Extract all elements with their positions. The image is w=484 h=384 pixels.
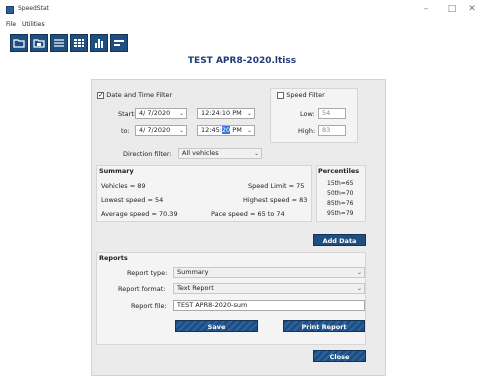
minimize-icon[interactable]: – (417, 3, 435, 15)
report-type-value: Summary (177, 268, 209, 276)
start-time-picker[interactable]: 12:24:10 PM ⌄ (197, 108, 255, 119)
high-speed-input[interactable]: 83 (318, 125, 346, 136)
date-filter-checkbox-row[interactable]: Date and Time Filter (97, 91, 172, 99)
menu-utilities[interactable]: Utilities (22, 21, 45, 28)
chevron-down-icon: ⌄ (356, 269, 362, 276)
to-time-selected-seconds[interactable]: 20 (221, 126, 231, 134)
chevron-down-icon: ⌄ (246, 127, 252, 134)
pace-speed: Pace speed = 65 to 74 (211, 210, 285, 218)
bar-chart-icon[interactable] (90, 34, 108, 52)
window-title-bar (0, 0, 484, 20)
speed-filter-checkbox-row[interactable]: Speed Filter (277, 91, 325, 99)
chevron-down-icon: ⌄ (356, 285, 362, 292)
speed-filter-checkbox[interactable] (277, 91, 284, 99)
chevron-down-icon: ⌄ (178, 127, 184, 134)
highest-speed: Highest speed = 83 (243, 196, 308, 204)
start-date-picker[interactable]: 4/ 7/2020 ⌄ (135, 108, 187, 119)
print-report-button[interactable]: Print Report (283, 320, 365, 332)
start-date-value: 4/ 7/2020 (139, 109, 171, 117)
date-filter-checkbox[interactable] (97, 91, 104, 99)
app-icon (6, 6, 14, 14)
speed-limit: Speed Limit = 75 (248, 182, 305, 190)
low-speed-input[interactable]: 54 (318, 108, 346, 119)
report-file-label: Report file: (131, 302, 167, 310)
chevron-down-icon: ⌄ (246, 110, 252, 117)
percentile-15th: 15th=65 (327, 180, 354, 187)
to-date-picker[interactable]: 4/ 7/2020 ⌄ (135, 125, 187, 136)
percentile-50th: 50th=70 (327, 190, 354, 197)
grid-view-icon[interactable] (70, 34, 88, 52)
vehicles-count: Vehicles = 89 (101, 182, 146, 190)
chevron-down-icon: ⌄ (178, 110, 184, 117)
report-file-input[interactable]: TEST APR8-2020-sum (173, 300, 365, 311)
percentiles-title: Percentiles (318, 167, 360, 175)
report-format-value: Text Report (177, 284, 214, 292)
start-time-value: 12:24:10 PM (201, 109, 242, 117)
report-type-label: Report type: (127, 269, 168, 277)
direction-filter-label: Direction filter: (123, 150, 172, 158)
to-date-value: 4/ 7/2020 (139, 126, 171, 134)
percentile-95th: 95th=79 (327, 210, 354, 217)
close-window-icon[interactable]: ✕ (463, 3, 481, 15)
report-format-select[interactable]: Text Report ⌄ (173, 283, 365, 294)
to-label: to: (121, 127, 130, 135)
speed-filter-label: Speed Filter (286, 91, 325, 99)
save-button[interactable]: Save (175, 320, 258, 332)
menu-file[interactable]: File (6, 21, 16, 28)
high-label: High: (298, 127, 316, 135)
lowest-speed: Lowest speed = 54 (101, 196, 164, 204)
file-title: TEST APR8-2020.ltiss (187, 56, 297, 66)
date-filter-label: Date and Time Filter (106, 91, 173, 99)
chevron-down-icon: ⌄ (253, 150, 259, 157)
maximize-icon[interactable]: □ (443, 3, 461, 15)
summary-title: Summary (99, 167, 134, 175)
average-speed: Average speed = 70.39 (101, 210, 178, 218)
to-time-prefix: 12:45: (201, 126, 222, 134)
open-folder-icon[interactable] (10, 34, 28, 52)
close-button[interactable]: Close (313, 350, 366, 362)
window-title: SpeedStat (18, 5, 49, 12)
summary-icon[interactable] (110, 34, 128, 52)
report-format-label: Report format: (118, 285, 166, 293)
low-label: Low: (300, 110, 315, 118)
to-time-picker[interactable]: 12:45:20 PM ⌄ (197, 125, 255, 136)
add-data-button[interactable]: Add Data (313, 234, 366, 246)
save-folder-icon[interactable] (30, 34, 48, 52)
percentile-85th: 85th=76 (327, 200, 354, 207)
start-label: Start: (118, 110, 137, 118)
reports-title: Reports (99, 254, 128, 262)
to-time-suffix: PM (230, 126, 242, 134)
list-view-icon[interactable] (50, 34, 68, 52)
report-type-select[interactable]: Summary ⌄ (173, 267, 365, 278)
direction-filter-select[interactable]: All vehicles ⌄ (178, 148, 262, 159)
direction-filter-value: All vehicles (182, 149, 219, 157)
